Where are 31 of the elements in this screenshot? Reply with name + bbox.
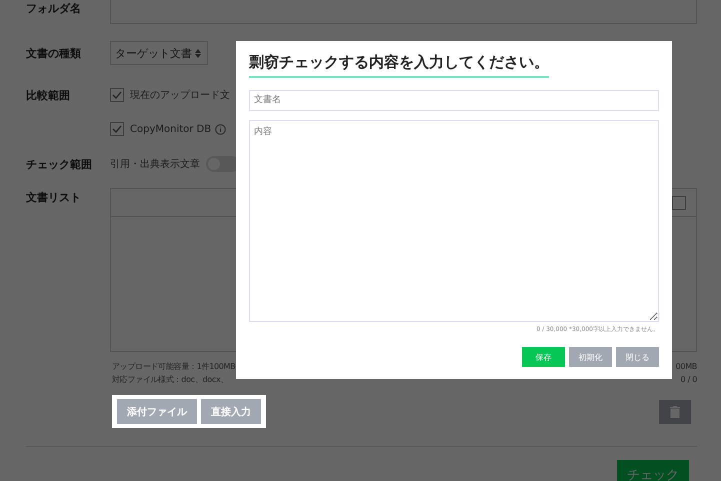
- document-name-field[interactable]: 文書名: [249, 90, 659, 111]
- dialog-button[interactable]: 閉じる: [616, 347, 659, 367]
- checkbox[interactable]: [672, 196, 686, 210]
- field-label: 文書の種類: [26, 46, 82, 60]
- check-button[interactable]: チェック: [617, 460, 689, 481]
- field-label: フォルダ名: [26, 0, 82, 16]
- dialog-button[interactable]: 保存: [522, 347, 565, 367]
- trash-icon: [670, 406, 680, 418]
- field-label: チェック範囲: [26, 156, 93, 172]
- upload-info-text: 0 / 0: [680, 374, 697, 386]
- content-field[interactable]: 内容: [249, 120, 659, 322]
- toggle-label: 引用・出典表示文章: [110, 158, 200, 171]
- info-icon: [215, 124, 226, 134]
- document-type-select[interactable]: ターゲット文書: [110, 41, 208, 65]
- dialog-title: 剽窃チェックする内容を入力してください。: [249, 53, 549, 78]
- delete-button[interactable]: [659, 400, 691, 424]
- dialog-button[interactable]: 初期化: [569, 347, 612, 367]
- field-label: 文書リスト: [26, 190, 82, 205]
- field-label: 比較範囲: [26, 88, 71, 102]
- checkbox-label: CopyMonitor DB: [130, 124, 212, 134]
- checkbox-label: 現在のアップロード文: [130, 88, 230, 102]
- sort-arrows-icon: [195, 48, 201, 58]
- action-button[interactable]: 直接入力: [201, 399, 261, 424]
- upload-info-text: 00MB: [676, 361, 697, 373]
- upload-info-text: 対応ファイル様式：doc、docx、: [112, 374, 230, 386]
- checkmark-icon: [112, 91, 122, 99]
- checkmark-icon: [112, 125, 122, 133]
- checkbox[interactable]: [110, 88, 124, 102]
- checkbox[interactable]: [110, 122, 124, 136]
- action-button[interactable]: 添付ファイル: [117, 399, 197, 424]
- upload-info-text: アップロード可能容量：1件100MB: [112, 361, 236, 373]
